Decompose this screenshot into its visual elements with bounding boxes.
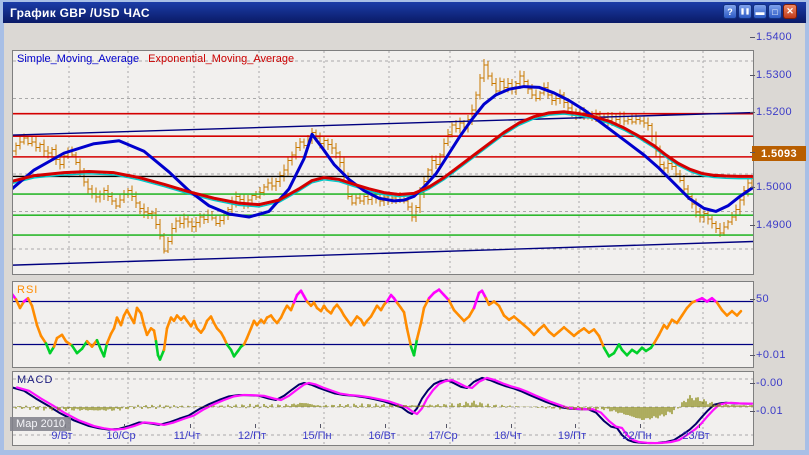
time-axis-tick (385, 424, 386, 428)
price-axis-label: 1.5200 (756, 106, 806, 118)
title-bar[interactable]: График GBP /USD ЧАС (3, 2, 806, 23)
close-button[interactable]: ✕ (783, 4, 797, 19)
time-axis-label: 9/Вт (51, 430, 72, 442)
indicator-legend: Simple_Moving_Average Exponential_Moving… (17, 53, 294, 65)
time-axis-label: 19/Пт (558, 430, 586, 442)
time-axis-label: 23/Вт (682, 430, 709, 442)
macd-axis-tick (750, 411, 755, 412)
rsi-label: RSI (17, 284, 38, 296)
price-axis-tick (750, 112, 755, 113)
macd-axis-label: -0.01 (756, 405, 806, 417)
time-axis-tick (575, 424, 576, 428)
price-axis-tick (750, 187, 755, 188)
price-axis-label: 1.5300 (756, 69, 806, 81)
time-axis-label: 16/Вт (368, 430, 395, 442)
pause-button[interactable]: ❚❚ (738, 4, 752, 19)
time-axis-label: 22/Пн (622, 430, 651, 442)
time-axis-tick (255, 424, 256, 428)
macd-axis-label: +0.01 (756, 349, 806, 361)
macd-label: MACD (17, 374, 53, 386)
time-axis-label: 18/Чт (494, 430, 522, 442)
macd-axis-tick (750, 355, 755, 356)
window-title: График GBP /USD ЧАС (3, 6, 150, 20)
time-axis-label: 10/Ср (106, 430, 135, 442)
minimize-button[interactable]: ▬ (753, 4, 767, 19)
time-axis-label: 11/Чт (174, 430, 201, 442)
time-axis-tick (320, 424, 321, 428)
rsi-axis-tick (750, 299, 755, 300)
time-axis-label: 17/Ср (428, 430, 457, 442)
macd-axis-label: -0.00 (756, 377, 806, 389)
time-axis-tick (511, 424, 512, 428)
time-axis-label: 15/Пн (302, 430, 331, 442)
rsi-panel[interactable]: RSI (12, 281, 754, 368)
price-chart-canvas[interactable] (13, 51, 753, 274)
rsi-axis-label: 50 (756, 293, 806, 305)
time-axis-label: 12/Пт (238, 430, 266, 442)
time-axis-tick (699, 424, 700, 428)
rsi-canvas[interactable] (13, 282, 753, 367)
price-axis-label: 1.5000 (756, 181, 806, 193)
price-axis-tick (750, 225, 755, 226)
sma-legend-label: Simple_Moving_Average (17, 53, 139, 65)
month-label: Мар 2010 (10, 417, 71, 431)
price-axis-label: 1.4900 (756, 219, 806, 231)
help-button[interactable]: ? (723, 4, 737, 19)
time-axis-tick (124, 424, 125, 428)
price-axis-label: 1.5400 (756, 31, 806, 43)
window-buttons: ?❚❚▬□✕ (723, 4, 797, 19)
price-chart-panel[interactable]: Simple_Moving_Average Exponential_Moving… (12, 50, 754, 275)
chart-window: График GBP /USD ЧАС ?❚❚▬□✕ Simple_Moving… (0, 0, 809, 455)
time-axis-tick (446, 424, 447, 428)
macd-axis-tick (750, 383, 755, 384)
maximize-button[interactable]: □ (768, 4, 782, 19)
price-axis-tick (750, 37, 755, 38)
time-axis-tick (190, 424, 191, 428)
price-axis-tick (750, 75, 755, 76)
price-axis-tick (750, 152, 755, 153)
ema-legend-label: Exponential_Moving_Average (148, 53, 294, 65)
current-price-badge: 1.5093 (752, 146, 806, 161)
chart-client-area: Simple_Moving_Average Exponential_Moving… (4, 23, 805, 450)
time-axis-tick (640, 424, 641, 428)
